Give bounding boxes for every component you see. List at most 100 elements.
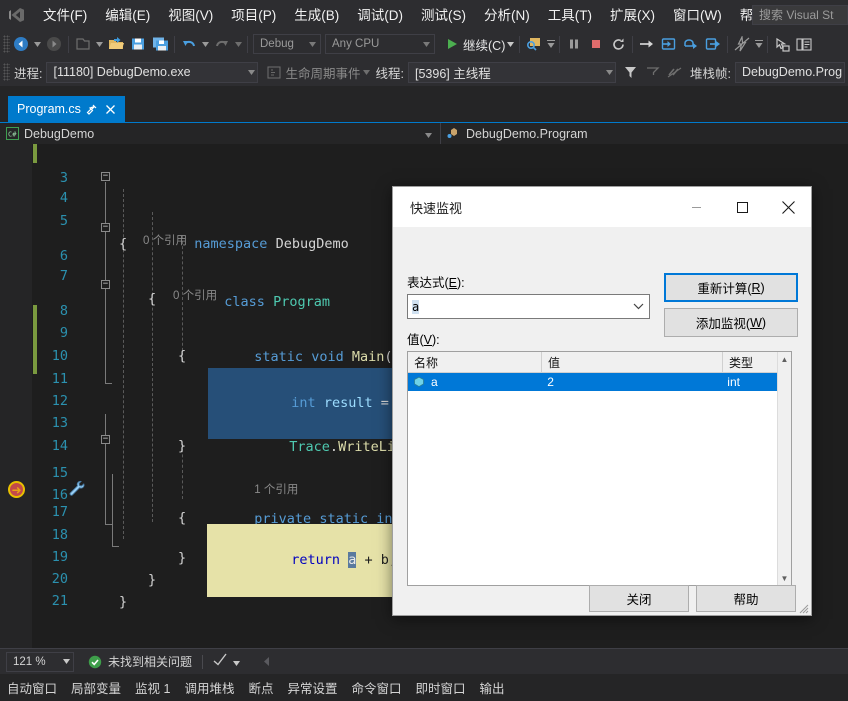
row-value[interactable]: 2 bbox=[541, 373, 721, 391]
menu-item-test[interactable]: 测试(S) bbox=[412, 3, 475, 28]
solution-platform-select[interactable]: Any CPU bbox=[325, 34, 435, 54]
tab-exception-settings[interactable]: 异常设置 bbox=[281, 678, 345, 697]
code-cleanup-dropdown-icon[interactable] bbox=[233, 653, 241, 671]
dialog-body: 表达式(E): a 重新计算(R) 添加监视(W) 值(V): 名称 值 类… bbox=[393, 227, 811, 615]
show-next-statement-icon[interactable] bbox=[636, 33, 658, 55]
undo-icon[interactable] bbox=[178, 33, 200, 55]
toolbar-grip[interactable] bbox=[3, 35, 10, 53]
tab-autos[interactable]: 自动窗口 bbox=[0, 678, 64, 697]
new-project-icon[interactable] bbox=[72, 33, 94, 55]
continue-dropdown-icon[interactable] bbox=[505, 33, 516, 55]
undo-dropdown-icon[interactable] bbox=[200, 33, 211, 55]
new-project-dropdown-icon[interactable] bbox=[94, 33, 105, 55]
watch-grid[interactable]: 名称 值 类型 a 2 int ▲ ▼ bbox=[407, 351, 792, 586]
grid-vertical-scrollbar[interactable]: ▲ ▼ bbox=[777, 352, 791, 585]
close-icon[interactable] bbox=[103, 101, 119, 117]
close-button[interactable] bbox=[765, 187, 811, 227]
step-into-icon[interactable] bbox=[658, 33, 680, 55]
tab-output[interactable]: 输出 bbox=[473, 678, 512, 697]
maximize-button[interactable] bbox=[719, 187, 765, 227]
tab-call-stack[interactable]: 调用堆栈 bbox=[177, 678, 241, 697]
live-visual-tree-icon[interactable] bbox=[793, 33, 815, 55]
menu-item-tools[interactable]: 工具(T) bbox=[539, 3, 601, 28]
menu-item-debug[interactable]: 调试(D) bbox=[348, 3, 412, 28]
menu-item-analyze[interactable]: 分析(N) bbox=[475, 3, 539, 28]
tab-locals[interactable]: 局部变量 bbox=[64, 678, 128, 697]
thread-select[interactable]: [5396] 主线程 bbox=[407, 61, 616, 83]
tab-watch-1[interactable]: 监视 1 bbox=[128, 678, 177, 697]
code-line-4[interactable]: 4 namespace DebugDemo bbox=[0, 164, 848, 252]
svg-text:C#: C# bbox=[8, 131, 17, 139]
lifecycle-dropdown-icon[interactable] bbox=[361, 61, 372, 83]
scroll-down-icon[interactable]: ▼ bbox=[778, 571, 791, 585]
column-header-type[interactable]: 类型 bbox=[723, 352, 779, 373]
help-button[interactable]: 帮助 bbox=[696, 585, 796, 612]
navigate-forward-icon[interactable] bbox=[43, 33, 65, 55]
navbar-member-select[interactable]: DebugDemo.Program bbox=[441, 123, 848, 144]
toolbar-separator bbox=[68, 35, 69, 53]
chevron-down-icon[interactable] bbox=[627, 303, 649, 310]
process-select[interactable]: [11180] DebugDemo.exe bbox=[46, 61, 259, 83]
solution-configuration-select[interactable]: Debug bbox=[253, 34, 321, 54]
continue-button[interactable]: 继续(C) bbox=[463, 35, 505, 54]
zoom-level-select[interactable]: 121 % bbox=[6, 651, 74, 672]
navigate-backward-dropdown-icon[interactable] bbox=[32, 33, 43, 55]
expression-input[interactable]: a bbox=[407, 294, 650, 319]
breakpoint-glyph[interactable]: ➜ bbox=[8, 481, 25, 498]
menu-item-build[interactable]: 生成(B) bbox=[285, 3, 348, 28]
search-input[interactable]: 搜索 Visual St bbox=[752, 5, 848, 25]
restart-icon[interactable] bbox=[607, 33, 629, 55]
close-dialog-button[interactable]: 关闭 bbox=[589, 585, 689, 612]
quick-actions-wrench-icon[interactable] bbox=[68, 480, 86, 503]
toolbar-separator bbox=[559, 35, 561, 53]
hot-reload-icon[interactable] bbox=[731, 33, 753, 55]
show-threads-icon[interactable] bbox=[664, 61, 686, 83]
menu-item-file[interactable]: 文件(F) bbox=[34, 3, 96, 28]
menu-item-extensions[interactable]: 扩展(X) bbox=[601, 3, 664, 28]
break-all-icon[interactable] bbox=[563, 33, 585, 55]
stackframe-select[interactable]: DebugDemo.Program bbox=[734, 61, 845, 83]
menu-item-project[interactable]: 项目(P) bbox=[222, 3, 285, 28]
column-header-value[interactable]: 值 bbox=[542, 352, 723, 373]
debugbar-grip[interactable] bbox=[3, 63, 10, 81]
flag-icon[interactable] bbox=[620, 61, 642, 83]
open-file-icon[interactable] bbox=[105, 33, 127, 55]
quickwatch-dialog[interactable]: 快速监视 表达式(E): a 重新计算(R) 添加监视(W) 值(V):… bbox=[392, 186, 812, 616]
hot-reload-dropdown-icon[interactable] bbox=[753, 33, 764, 55]
menu-item-window[interactable]: 窗口(W) bbox=[664, 3, 731, 28]
menu-item-view[interactable]: 视图(V) bbox=[159, 3, 222, 28]
resize-grip[interactable] bbox=[797, 601, 809, 614]
minimize-button[interactable] bbox=[673, 187, 719, 227]
scroll-up-icon[interactable]: ▲ bbox=[778, 352, 791, 366]
field-icon bbox=[411, 376, 427, 388]
add-watch-button[interactable]: 添加监视(W) bbox=[664, 308, 798, 337]
stop-debugging-icon[interactable] bbox=[585, 33, 607, 55]
scroll-left-icon[interactable] bbox=[264, 653, 270, 671]
tab-immediate-window[interactable]: 即时窗口 bbox=[409, 678, 473, 697]
select-element-icon[interactable] bbox=[771, 33, 793, 55]
menu-item-edit[interactable]: 编辑(E) bbox=[96, 3, 159, 28]
code-cleanup-icon[interactable] bbox=[213, 652, 228, 671]
recalculate-button[interactable]: 重新计算(R) bbox=[664, 273, 798, 302]
grid-rows[interactable]: a 2 int bbox=[408, 373, 777, 585]
tab-breakpoints[interactable]: 断点 bbox=[241, 678, 280, 697]
redo-dropdown-icon[interactable] bbox=[233, 33, 244, 55]
navbar-project-select[interactable]: C# DebugDemo bbox=[0, 123, 440, 144]
lifecycle-events-icon[interactable] bbox=[263, 61, 285, 83]
step-over-icon[interactable] bbox=[680, 33, 702, 55]
continue-play-icon[interactable] bbox=[441, 33, 463, 55]
save-all-icon[interactable] bbox=[149, 33, 171, 55]
tab-program-cs[interactable]: Program.cs bbox=[8, 96, 125, 122]
tab-command-window[interactable]: 命令窗口 bbox=[345, 678, 409, 697]
save-icon[interactable] bbox=[127, 33, 149, 55]
attach-dropdown-icon[interactable] bbox=[545, 33, 556, 55]
column-header-name[interactable]: 名称 bbox=[408, 352, 542, 373]
table-row[interactable]: a 2 int bbox=[408, 373, 777, 391]
pin-icon[interactable] bbox=[84, 101, 100, 117]
attach-to-process-icon[interactable] bbox=[523, 33, 545, 55]
redo-icon[interactable] bbox=[211, 33, 233, 55]
dialog-title-bar[interactable]: 快速监视 bbox=[393, 187, 811, 227]
unflag-icon[interactable] bbox=[642, 61, 664, 83]
step-out-icon[interactable] bbox=[702, 33, 724, 55]
navigate-backward-icon[interactable] bbox=[10, 33, 32, 55]
